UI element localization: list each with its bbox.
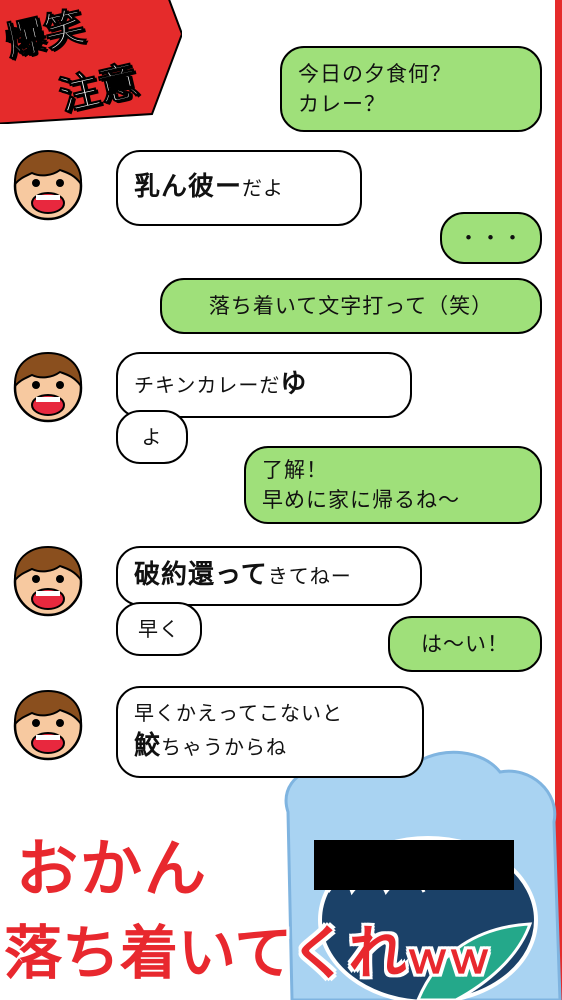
message-line: 了解！ bbox=[262, 457, 328, 482]
banner-main-text: 落ち着いてくれ bbox=[4, 919, 407, 987]
chat-bubble-received: 破約還って きてねー bbox=[116, 546, 422, 606]
message-text: は～い！ bbox=[421, 631, 509, 656]
chat-bubble-sent: 今日の夕食何？ カレー？ bbox=[280, 46, 542, 132]
banner-line2: 落ち着いてくれｗｗ bbox=[4, 906, 491, 990]
message-bold-text: 鮫 bbox=[134, 730, 162, 761]
message-text: ちゃうからね bbox=[161, 734, 288, 759]
chat-bubble-received: 早くかえってこないと 鮫ちゃうからね bbox=[116, 686, 424, 778]
mother-avatar-icon[interactable] bbox=[10, 688, 86, 764]
chat-bubble-sent: 落ち着いて文字打って（笑） bbox=[160, 278, 542, 334]
message-text: チキンカレーだ bbox=[134, 372, 281, 397]
message-line: カレー？ bbox=[298, 92, 386, 116]
chat-bubble-received: 早く bbox=[116, 602, 202, 656]
chat-bubble-received: よ bbox=[116, 410, 188, 464]
message-line: 今日の夕食何？ bbox=[298, 61, 452, 86]
chat-bubble-sent: ・・・ bbox=[440, 212, 542, 264]
message-text: だよ bbox=[242, 175, 285, 200]
message-line: 早くかえってこないと bbox=[134, 700, 343, 725]
chat-bubble-sent: は～い！ bbox=[388, 616, 542, 672]
mother-avatar-icon[interactable] bbox=[10, 350, 86, 426]
banner-suffix: ｗｗ bbox=[406, 934, 491, 983]
message-text: 落ち着いて文字打って（笑） bbox=[208, 293, 494, 318]
mother-avatar-icon[interactable] bbox=[10, 148, 86, 224]
message-bold-text: 乳ん彼ー bbox=[134, 172, 243, 203]
message-text: ・・・ bbox=[458, 225, 524, 250]
message-line: 早めに家に帰るね～ bbox=[262, 488, 460, 512]
chat-bubble-received: 乳ん彼ー だよ bbox=[116, 150, 362, 226]
message-bold-text: ゆ bbox=[280, 369, 308, 400]
message-text: よ bbox=[141, 424, 163, 449]
chat-bubble-sent: 了解！ 早めに家に帰るね～ bbox=[244, 446, 542, 524]
message-bold-text: 破約還って bbox=[134, 560, 268, 591]
mother-avatar-icon[interactable] bbox=[10, 544, 86, 620]
ribbon-badge-icon: 爆笑 注意 bbox=[0, 0, 184, 125]
message-text: きてねー bbox=[267, 563, 352, 588]
chat-bubble-received: チキンカレーだゆ bbox=[116, 352, 412, 418]
banner-line1: おかん bbox=[16, 832, 209, 905]
message-text: 早く bbox=[138, 616, 180, 641]
